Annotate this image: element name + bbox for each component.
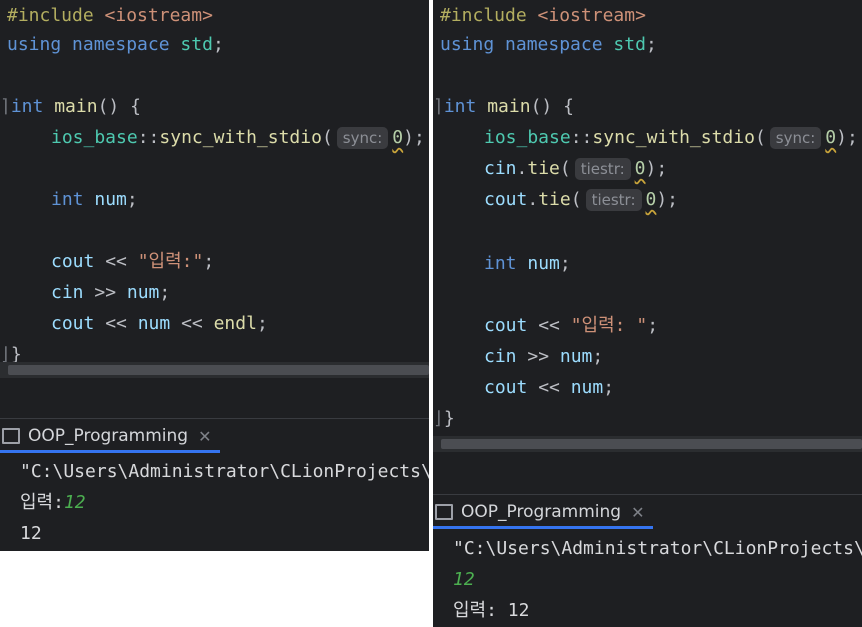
scrollbar-thumb[interactable] [8, 365, 429, 375]
param-hint: sync: [336, 127, 389, 149]
code-line-6: cin.tie(tiestr: 0); [484, 158, 668, 180]
active-tab-indicator [433, 526, 653, 529]
console-icon [435, 504, 453, 520]
code-line-7: int num; [51, 189, 138, 210]
code-line-13: cout << num; [484, 377, 615, 398]
active-tab-indicator [0, 450, 220, 453]
console-line: 입력: 12 [453, 600, 530, 621]
code-line-9: int num; [484, 253, 571, 274]
run-tool-window-tabs: OOP_Programming ✕ [0, 418, 429, 453]
fold-marker-icon[interactable]: ⌉ [433, 96, 444, 117]
scrollbar-thumb[interactable] [441, 439, 862, 449]
console-line: 12 [20, 523, 42, 544]
fold-marker-icon[interactable]: ⌉ [0, 96, 11, 117]
code-line-5: ios_base::sync_with_stdio(sync: 0); [51, 127, 425, 149]
code-line-7: cout.tie(tiestr: 0); [484, 189, 679, 211]
close-icon[interactable]: ✕ [198, 427, 211, 446]
console-icon [2, 428, 20, 444]
right-editor-panel: #include <iostream> using namespace std;… [433, 0, 862, 627]
param-hint: tiestr: [574, 158, 631, 180]
param-hint: sync: [769, 127, 822, 149]
fold-marker-icon[interactable]: ⌋ [433, 408, 444, 429]
code-line-11: cout << num << endl; [51, 313, 268, 334]
close-icon[interactable]: ✕ [631, 503, 644, 522]
code-line-4: ⌉int main() { [0, 96, 141, 117]
code-line-1: #include <iostream> [440, 5, 646, 26]
param-hint: tiestr: [585, 189, 642, 211]
code-line-14: ⌋} [433, 408, 455, 429]
console-line: 입력:12 [20, 492, 86, 513]
code-line-4: ⌉int main() { [433, 96, 574, 117]
code-line-10: cin >> num; [51, 282, 171, 303]
left-editor-panel: #include <iostream> using namespace std;… [0, 0, 429, 551]
console-line: 12 [453, 569, 475, 590]
console-line: "C:\Users\Administrator\CLionProjects\ [453, 538, 862, 559]
code-line-2: using namespace std; [440, 34, 657, 55]
run-tab[interactable]: OOP_Programming ✕ [0, 419, 226, 453]
code-line-5: ios_base::sync_with_stdio(sync: 0); [484, 127, 858, 149]
code-line-12: cin >> num; [484, 346, 604, 367]
code-line-1: #include <iostream> [7, 5, 213, 26]
run-tab[interactable]: OOP_Programming ✕ [433, 495, 659, 529]
horizontal-scrollbar[interactable] [0, 362, 429, 378]
code-line-9: cout << "입력:"; [51, 251, 215, 272]
horizontal-scrollbar[interactable] [433, 436, 862, 452]
code-line-2: using namespace std; [7, 34, 224, 55]
code-line-11: cout << "입력: "; [484, 315, 659, 336]
run-tool-window-tabs: OOP_Programming ✕ [433, 494, 862, 529]
console-line: "C:\Users\Administrator\CLionProjects\ [20, 461, 429, 482]
